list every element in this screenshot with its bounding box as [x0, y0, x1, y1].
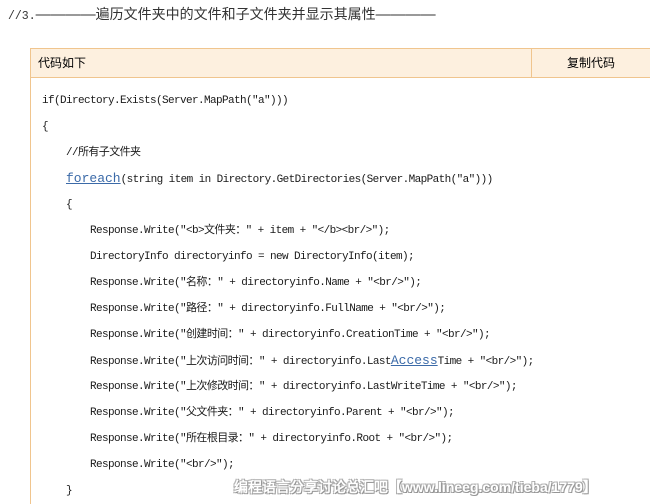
code-line: Response.Write("路径：" + directoryinfo.Ful…: [42, 296, 650, 322]
code-block: 代码如下 复制代码 if(Directory.Exists(Server.Map…: [30, 48, 650, 504]
code-text: }: [66, 485, 73, 497]
code-line: Response.Write("创建时间：" + directoryinfo.C…: [42, 322, 650, 348]
watermark: 编程语言分享讨论总汇吧【www.lineeg.com/tieba/1779】: [234, 479, 597, 495]
code-text: if(Directory.Exists(Server.MapPath("a"))…: [42, 95, 289, 107]
code-text: Response.Write("所在根目录：" + directoryinfo.…: [90, 433, 453, 445]
code-line: {: [42, 192, 650, 218]
code-text: Response.Write("父文件夹：" + directoryinfo.P…: [90, 407, 455, 419]
section-heading: //3.————遍历文件夹中的文件和子文件夹并显示其属性————: [8, 5, 436, 23]
code-line: Response.Write("上次修改时间：" + directoryinfo…: [42, 374, 650, 400]
code-text: (string item in Directory.GetDirectories…: [120, 174, 494, 186]
code-text: DirectoryInfo directoryinfo = new Direct…: [90, 251, 415, 263]
code-text: Response.Write("创建时间：" + directoryinfo.C…: [90, 329, 491, 341]
code-block-header: 代码如下 复制代码: [31, 48, 650, 78]
code-text: Response.Write("上次修改时间：" + directoryinfo…: [90, 381, 517, 393]
code-line: {: [42, 114, 650, 140]
code-line: Response.Write("<b>文件夹：" + item + "</b><…: [42, 218, 650, 244]
heading-number: //3.: [8, 10, 36, 23]
copy-code-button[interactable]: 复制代码: [531, 49, 650, 77]
code-line: DirectoryInfo directoryinfo = new Direct…: [42, 244, 650, 270]
code-text: Response.Write("<b>文件夹：" + item + "</b><…: [90, 225, 390, 237]
heading-title: 遍历文件夹中的文件和子文件夹并显示其属性: [95, 6, 376, 22]
code-block-label: 代码如下: [38, 56, 87, 70]
keyword-link-foreach[interactable]: foreach: [66, 171, 121, 186]
code-line: foreach(string item in Directory.GetDire…: [42, 166, 650, 192]
code-text: Response.Write("名称：" + directoryinfo.Nam…: [90, 277, 422, 289]
code-body: if(Directory.Exists(Server.MapPath("a"))…: [31, 78, 650, 504]
code-text: Response.Write("上次访问时间：" + directoryinfo…: [90, 356, 391, 368]
code-line: if(Directory.Exists(Server.MapPath("a"))…: [42, 88, 650, 114]
code-line: Response.Write("上次访问时间：" + directoryinfo…: [42, 348, 650, 374]
code-line: Response.Write("所在根目录：" + directoryinfo.…: [42, 426, 650, 452]
code-comment-line: //所有子文件夹: [42, 140, 650, 166]
heading-dash-left: ————: [35, 6, 96, 23]
code-text: Response.Write("路径：" + directoryinfo.Ful…: [90, 303, 446, 315]
code-text: Response.Write("<br/>");: [90, 459, 235, 471]
code-line: Response.Write("名称：" + directoryinfo.Nam…: [42, 270, 650, 296]
keyword-link-access[interactable]: Access: [391, 353, 438, 368]
code-text: Time + "<br/>");: [437, 356, 535, 368]
code-text: {: [42, 121, 49, 133]
code-text: {: [66, 199, 73, 211]
heading-dash-right: ————: [375, 6, 436, 23]
code-line: Response.Write("<br/>");: [42, 452, 650, 478]
code-comment: //所有子文件夹: [66, 147, 141, 159]
code-line: Response.Write("父文件夹：" + directoryinfo.P…: [42, 400, 650, 426]
